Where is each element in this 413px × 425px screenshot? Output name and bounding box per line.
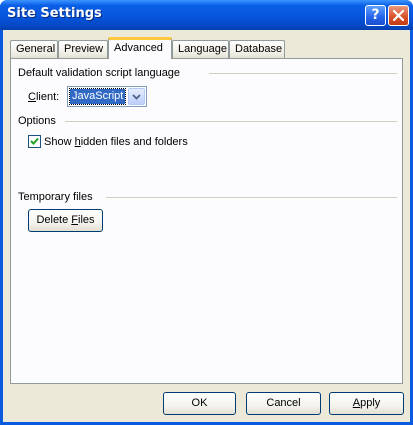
tab-database[interactable]: Database — [229, 40, 285, 58]
show-hidden-label[interactable]: Show hidden files and folders — [44, 136, 188, 148]
chevron-down-icon — [132, 94, 141, 100]
tab-general[interactable]: General — [10, 40, 58, 58]
title-bar[interactable]: Site Settings ? — [0, 0, 413, 30]
options-group-divider — [65, 121, 397, 122]
temp-files-group-title: Temporary files — [18, 191, 93, 203]
client-label: Client: — [28, 91, 60, 103]
window-title: Site Settings — [7, 6, 102, 21]
advanced-tab-panel: Default validation script language Clien… — [10, 58, 403, 384]
close-button[interactable] — [388, 5, 409, 26]
client-script-select[interactable]: JavaScript — [67, 86, 147, 107]
client-script-dropdown-button[interactable] — [128, 88, 145, 105]
help-button[interactable]: ? — [365, 5, 386, 26]
validation-group-title: Default validation script language — [18, 67, 181, 79]
validation-group-divider — [209, 73, 397, 74]
help-icon: ? — [371, 7, 380, 23]
tab-language[interactable]: Language — [172, 40, 229, 58]
client-script-value: JavaScript — [68, 88, 127, 105]
dialog-client-area: General Preview Advanced Language Databa… — [3, 30, 410, 422]
checkmark-icon — [30, 137, 39, 145]
temp-files-group-divider — [106, 197, 397, 198]
ok-button[interactable]: OK — [163, 392, 236, 415]
delete-files-button[interactable]: Delete Files — [28, 209, 103, 232]
site-settings-dialog: Site Settings ? General Preview Advanced… — [0, 0, 413, 425]
tab-preview[interactable]: Preview — [58, 40, 108, 58]
apply-button[interactable]: Apply — [329, 392, 404, 415]
tab-advanced[interactable]: Advanced — [108, 37, 172, 59]
close-icon — [393, 10, 404, 21]
cancel-button[interactable]: Cancel — [246, 392, 321, 415]
options-group-title: Options — [18, 115, 56, 127]
show-hidden-checkbox[interactable] — [28, 135, 41, 148]
